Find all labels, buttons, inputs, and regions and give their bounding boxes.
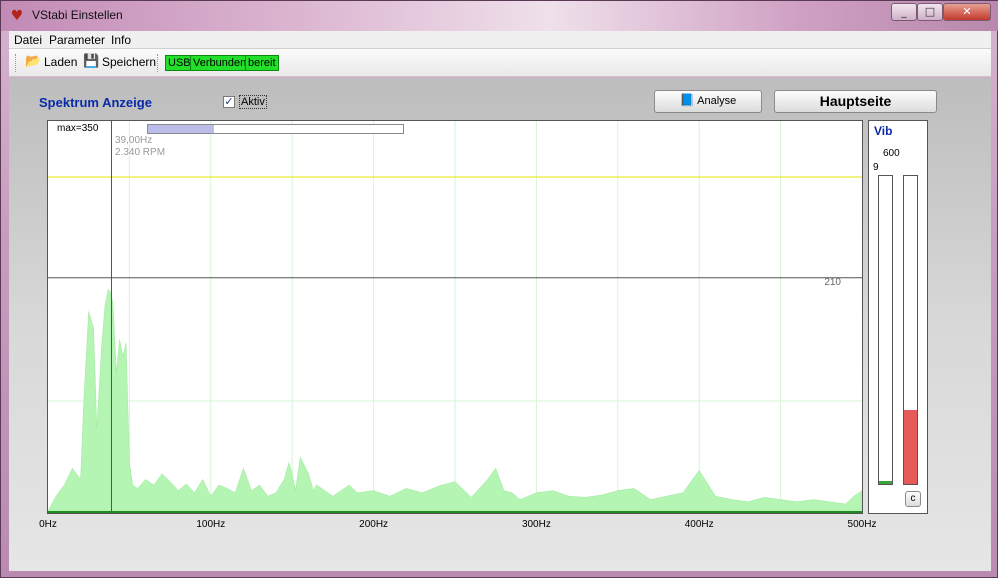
laden-button[interactable]: 📂 Laden (25, 54, 78, 70)
menu-parameter[interactable]: Parameter (49, 33, 105, 47)
aktiv-checkbox[interactable]: ✓ (223, 96, 235, 108)
x-tick-label: 400Hz (684, 519, 714, 530)
maximize-button[interactable]: □ (917, 3, 943, 21)
x-tick-label: 500Hz (847, 519, 877, 530)
vibration-panel: Vib 600 9 c (868, 120, 928, 514)
speichern-button[interactable]: 💾 Speichern (83, 54, 157, 70)
minimize-button[interactable]: _ (891, 3, 917, 21)
open-folder-icon: 📂 (25, 54, 42, 69)
verbunden-status: Verbunden (190, 55, 250, 71)
toolbar-grip[interactable] (15, 54, 17, 72)
x-tick-label: 200Hz (359, 519, 389, 530)
max-label: max=350 (57, 123, 99, 134)
level-line-label: 210 (824, 277, 841, 288)
x-tick-label: 300Hz (521, 519, 551, 530)
analyse-label: Analyse (697, 95, 737, 107)
hauptseite-button[interactable]: Hauptseite (774, 90, 937, 113)
vib-left-label: 9 (873, 162, 879, 173)
vib-max-label: 600 (883, 148, 900, 159)
frequency-readout: 39,00Hz (115, 135, 153, 146)
aktiv-label[interactable]: Aktiv (239, 95, 267, 109)
menu-bar: Datei Parameter Info (9, 31, 991, 49)
spectrum-chart[interactable]: max=350 39,00Hz 2.340 RPM 210 (47, 120, 863, 514)
application-window: ♥ VStabi Einstellen _ □ ✕ Datei Paramete… (0, 0, 998, 578)
spectrum-plot (48, 121, 862, 513)
vib-bar-left (878, 175, 893, 485)
title-bar[interactable]: ♥ VStabi Einstellen _ □ ✕ (1, 1, 998, 31)
vib-title: Vib (874, 124, 893, 138)
toolbar-separator (157, 54, 159, 72)
vib-bar-left-fill (879, 480, 892, 484)
progress-bar (147, 124, 404, 134)
toolbar: 📂 Laden 💾 Speichern USB Verbunden bereit (9, 49, 991, 77)
save-disk-icon: 💾 (83, 54, 100, 69)
book-icon: 📘 (679, 93, 695, 107)
vib-bar-right-fill (904, 410, 917, 484)
bereit-status: bereit (245, 55, 279, 71)
laden-label: Laden (44, 55, 78, 69)
app-logo-icon: ♥ (10, 8, 24, 24)
x-tick-label: 0Hz (39, 519, 57, 530)
window-title: VStabi Einstellen (32, 8, 123, 22)
x-tick-label: 100Hz (196, 519, 226, 530)
vib-bar-right (903, 175, 918, 485)
speichern-label: Speichern (102, 55, 157, 69)
menu-datei[interactable]: Datei (14, 33, 42, 47)
rpm-readout: 2.340 RPM (115, 147, 166, 158)
vib-clear-button[interactable]: c (905, 491, 921, 507)
progress-fill (148, 125, 215, 133)
spectrum-page: Spektrum Anzeige ✓ Aktiv 📘 Analyse Haupt… (9, 78, 991, 571)
spectrum-title: Spektrum Anzeige (39, 95, 152, 110)
menu-info[interactable]: Info (111, 33, 131, 47)
close-button[interactable]: ✕ (943, 3, 991, 21)
analyse-button[interactable]: 📘 Analyse (654, 90, 762, 113)
